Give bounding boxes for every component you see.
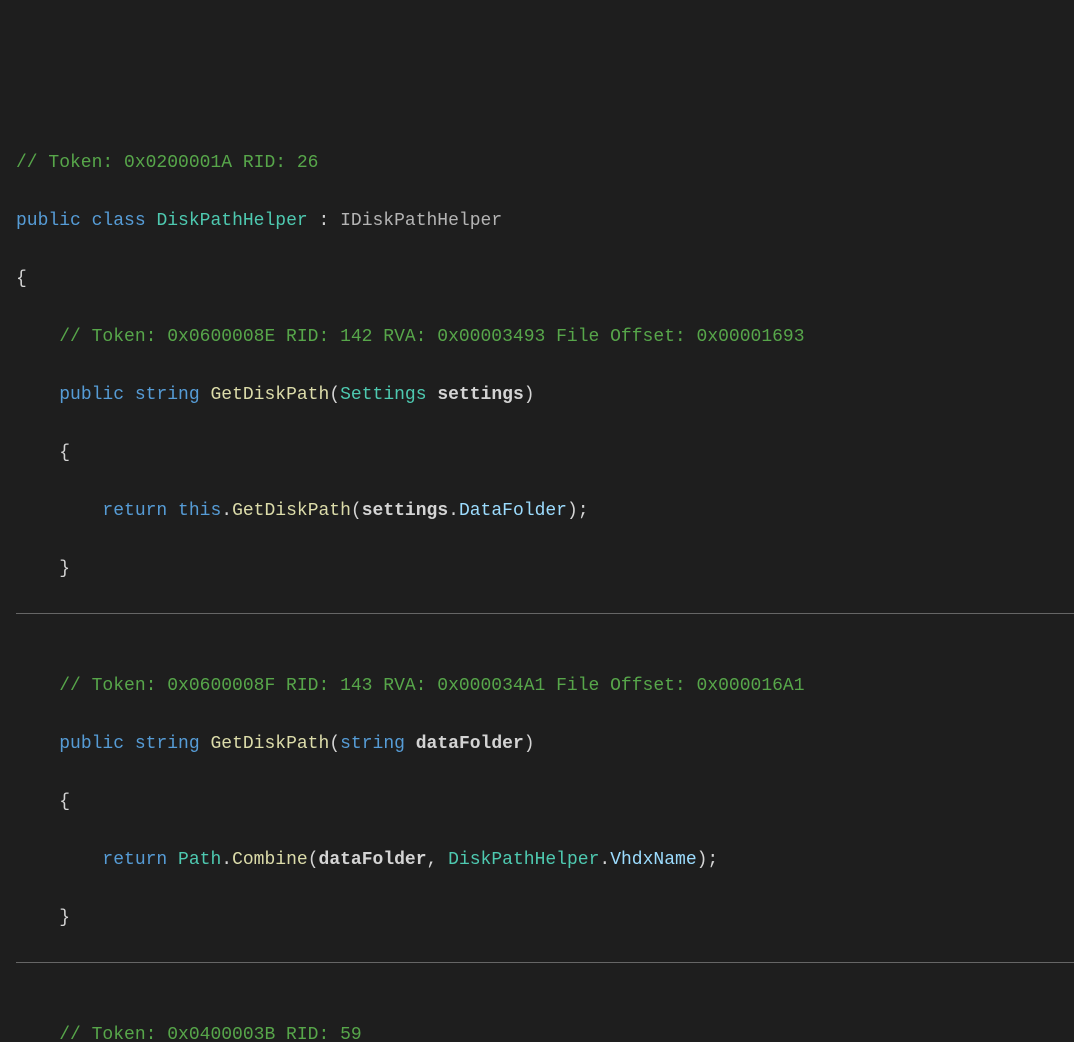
- class-declaration: public class DiskPathHelper : IDiskPathH…: [16, 207, 1074, 236]
- method1-signature: public string GetDiskPath(Settings setti…: [16, 381, 1074, 410]
- comment-field-token: // Token: 0x0400003B RID: 59: [16, 1021, 1074, 1042]
- brace-open: {: [16, 265, 1074, 294]
- method1-return: return this.GetDiskPath(settings.DataFol…: [16, 497, 1074, 526]
- blank-line-2: [16, 963, 1074, 992]
- comment-class-token: // Token: 0x0200001A RID: 26: [16, 149, 1074, 178]
- comment-method1-token: // Token: 0x0600008E RID: 142 RVA: 0x000…: [16, 323, 1074, 352]
- method1-brace-close: }: [16, 555, 1074, 584]
- method1-brace-open: {: [16, 439, 1074, 468]
- method2-brace-open: {: [16, 788, 1074, 817]
- code-viewer[interactable]: // Token: 0x0200001A RID: 26 public clas…: [16, 120, 1074, 1042]
- method2-signature: public string GetDiskPath(string dataFol…: [16, 730, 1074, 759]
- method2-brace-close: }: [16, 904, 1074, 933]
- comment-method2-token: // Token: 0x0600008F RID: 143 RVA: 0x000…: [16, 672, 1074, 701]
- method2-return: return Path.Combine(dataFolder, DiskPath…: [16, 846, 1074, 875]
- blank-line: [16, 614, 1074, 643]
